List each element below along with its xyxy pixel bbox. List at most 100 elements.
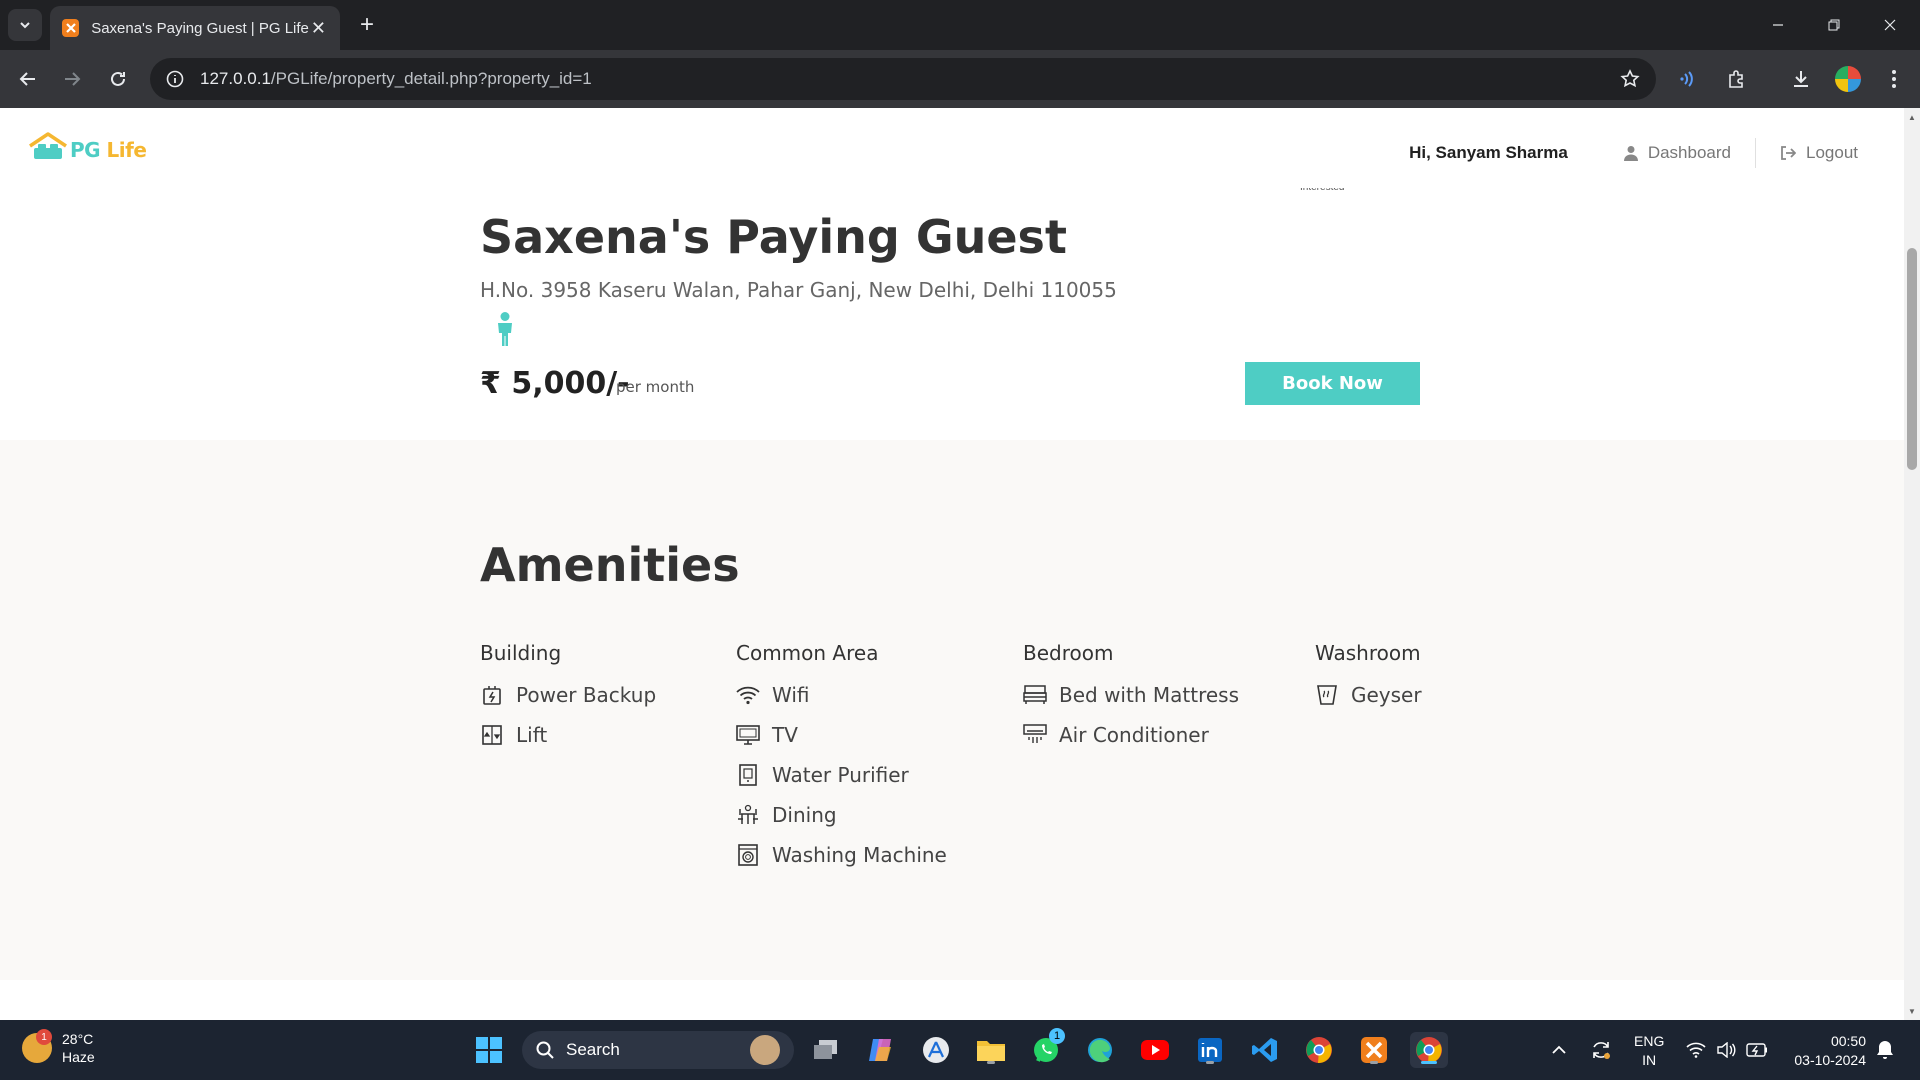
amenity-group-washroom: Washroom Geyser <box>1315 641 1422 715</box>
dashboard-link[interactable]: Dashboard <box>1600 143 1755 163</box>
restore-icon <box>1828 19 1840 31</box>
volume-tray-button[interactable] <box>1716 1020 1736 1080</box>
weather-badge: 1 <box>36 1029 52 1045</box>
taskbar-search-box[interactable]: Search <box>522 1031 794 1069</box>
address-bar[interactable]: 127.0.0.1/PGLife/property_detail.php?pro… <box>150 58 1656 100</box>
browser-tab-active[interactable]: Saxena's Paying Guest | PG Life ✕ <box>50 6 340 50</box>
amenity-group-title: Building <box>480 641 562 665</box>
weather-widget[interactable]: 1 28°C Haze <box>22 1029 95 1066</box>
price-unit: per month <box>616 378 695 396</box>
dashboard-label: Dashboard <box>1647 143 1731 162</box>
xampp-app[interactable] <box>1355 1032 1393 1068</box>
power-backup-icon <box>480 683 504 707</box>
reload-button[interactable] <box>102 63 134 95</box>
next-section <box>0 980 1904 1020</box>
chrome-icon <box>1306 1037 1332 1064</box>
downloads-button[interactable] <box>1785 63 1817 95</box>
restore-button[interactable] <box>1806 0 1862 50</box>
vscode-icon <box>1252 1038 1277 1062</box>
male-icon <box>498 312 512 346</box>
amenity-item: TV <box>736 715 947 755</box>
language-indicator[interactable]: ENG IN <box>1634 1032 1664 1070</box>
whatsapp-app[interactable]: 1 <box>1027 1028 1065 1068</box>
app-store-app[interactable] <box>917 1032 955 1068</box>
new-tab-button[interactable]: + <box>352 10 382 40</box>
scroll-up-icon[interactable]: ▲ <box>1907 112 1917 122</box>
copilot-icon <box>869 1039 891 1061</box>
logout-link[interactable]: Logout <box>1756 143 1882 163</box>
property-address: H.No. 3958 Kaseru Walan, Pahar Ganj, New… <box>480 278 1117 302</box>
task-view-button[interactable] <box>807 1032 845 1068</box>
profile-avatar <box>1835 66 1861 92</box>
chrome-profile-app-active[interactable] <box>1410 1032 1448 1068</box>
scrollbar-thumb[interactable] <box>1907 248 1917 470</box>
tab-close-icon[interactable]: ✕ <box>309 18 328 39</box>
tab-search-button[interactable] <box>8 9 42 41</box>
notifications-button[interactable] <box>1876 1020 1894 1080</box>
amenity-item: Wifi <box>736 675 947 715</box>
browser-toolbar: 127.0.0.1/PGLife/property_detail.php?pro… <box>0 50 1920 108</box>
app-store-icon <box>923 1037 949 1063</box>
water-purifier-icon <box>736 763 760 787</box>
reload-icon <box>111 71 125 86</box>
arrow-right-icon <box>65 72 81 86</box>
show-hidden-icons-button[interactable] <box>1552 1020 1566 1080</box>
property-price: ₹ 5,000/- <box>480 366 630 401</box>
battery-tray-button[interactable] <box>1746 1020 1768 1080</box>
site-header: PG Life Hi, Sanyam Sharma Dashboard Logo… <box>0 108 1904 188</box>
forward-button[interactable] <box>56 63 88 95</box>
extensions-button[interactable] <box>1720 63 1752 95</box>
washing-machine-icon <box>736 843 760 867</box>
amenities-section: Amenities Building Power Backup Lift Com… <box>0 440 1904 980</box>
amenity-group-bedroom: Bedroom Bed with Mattress Air Conditione… <box>1023 641 1239 755</box>
site-nav: Hi, Sanyam Sharma Dashboard Logout <box>1409 138 1882 168</box>
clock[interactable]: 00:50 03-10-2024 <box>1794 1032 1866 1070</box>
logo-text: PG Life <box>70 138 147 162</box>
puzzle-icon <box>1729 70 1743 88</box>
vscode-app[interactable] <box>1246 1032 1284 1068</box>
book-now-button[interactable]: Book Now <box>1245 362 1420 405</box>
wifi-icon <box>1686 1042 1706 1058</box>
pglife-logo[interactable]: PG Life <box>28 132 147 162</box>
task-view-icon <box>814 1040 837 1059</box>
browser-menu-button[interactable] <box>1878 63 1910 95</box>
air-conditioner-icon <box>1023 723 1047 747</box>
amenities-heading: Amenities <box>480 538 740 592</box>
minimize-button[interactable] <box>1750 0 1806 50</box>
profile-button[interactable] <box>1832 63 1864 95</box>
wifi-tray-button[interactable] <box>1686 1020 1706 1080</box>
page-scrollbar[interactable]: ▲ ▼ <box>1904 108 1920 1020</box>
url-text[interactable]: 127.0.0.1/PGLife/property_detail.php?pro… <box>200 69 1620 89</box>
active-indicator <box>1421 1061 1437 1064</box>
sync-tray-button[interactable] <box>1590 1020 1612 1080</box>
youtube-app[interactable] <box>1136 1032 1174 1068</box>
wifi-icon <box>736 683 760 707</box>
linkedin-icon <box>1198 1038 1222 1062</box>
browser-tab-bar: Saxena's Paying Guest | PG Life ✕ + <box>0 0 1920 50</box>
site-info-icon[interactable] <box>166 70 184 88</box>
house-logo-icon <box>29 132 67 159</box>
back-button[interactable] <box>12 63 44 95</box>
folder-icon <box>977 1041 1005 1061</box>
linkedin-app[interactable] <box>1191 1032 1229 1068</box>
amenity-group-title: Bedroom <box>1023 641 1114 665</box>
amenity-item: Dining <box>736 795 947 835</box>
chrome-app[interactable] <box>1300 1032 1338 1068</box>
search-label: Search <box>566 1040 620 1059</box>
amenity-item: Washing Machine <box>736 835 947 875</box>
bookmark-star-icon[interactable] <box>1620 69 1640 89</box>
xampp-favicon-icon <box>62 19 80 37</box>
amenity-item: Air Conditioner <box>1023 715 1239 755</box>
edge-app[interactable] <box>1081 1032 1119 1068</box>
amenity-group-title: Common Area <box>736 641 879 665</box>
file-explorer-app[interactable] <box>972 1032 1010 1068</box>
battery-charging-icon <box>1746 1043 1767 1057</box>
search-icon <box>536 1041 554 1059</box>
amenity-group-building: Building Power Backup Lift <box>480 641 656 755</box>
copilot-app[interactable] <box>862 1032 900 1068</box>
scroll-down-icon[interactable]: ▼ <box>1907 1006 1917 1016</box>
start-button[interactable] <box>470 1032 508 1068</box>
close-window-button[interactable] <box>1862 0 1918 50</box>
amenity-group-common-area: Common Area Wifi TV Water Purifier Dinin… <box>736 641 947 875</box>
read-aloud-button[interactable] <box>1672 63 1704 95</box>
